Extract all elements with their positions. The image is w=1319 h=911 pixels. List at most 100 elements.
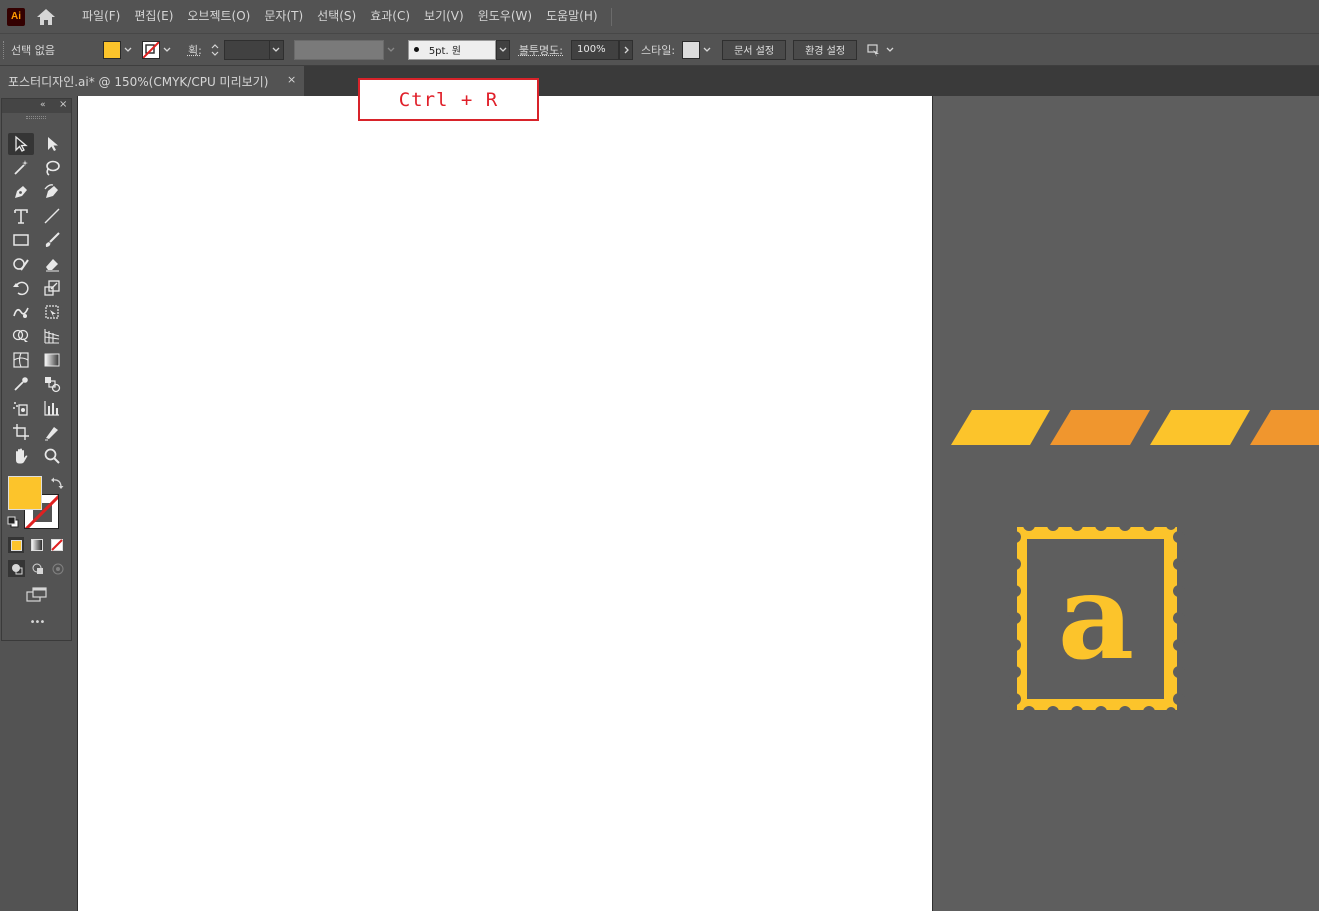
selection-tool-icon[interactable] <box>8 133 34 155</box>
fill-color-box[interactable] <box>8 476 42 510</box>
color-swatch-icon <box>10 539 22 551</box>
brush-dot-icon <box>413 47 419 52</box>
menu-type[interactable]: 문자(T) <box>257 0 310 33</box>
artboard-tool-icon[interactable] <box>8 421 34 443</box>
pasteboard-artwork[interactable]: a <box>933 96 1319 911</box>
perspective-grid-tool-icon[interactable] <box>39 325 65 347</box>
profile-chevron-icon <box>384 40 398 60</box>
gradient-mode-button[interactable] <box>29 537 45 553</box>
menu-edit[interactable]: 편집(E) <box>127 0 180 33</box>
stroke-dropdown-chevron-icon[interactable] <box>160 40 174 60</box>
shortcut-text: Ctrl + R <box>398 88 499 111</box>
brush-label: 5pt. 원 <box>428 46 462 57</box>
style-chevron-icon[interactable] <box>700 40 714 60</box>
gradient-tool-icon[interactable] <box>39 349 65 371</box>
symbol-sprayer-tool-icon[interactable] <box>8 397 34 419</box>
line-segment-tool-icon[interactable] <box>39 205 65 227</box>
slice-tool-icon[interactable] <box>39 421 65 443</box>
eyedropper-tool-icon[interactable] <box>8 373 34 395</box>
stripe-1 <box>951 410 1050 445</box>
magic-wand-tool-icon[interactable] <box>8 157 34 179</box>
menu-bar: Ai 파일(F) 편집(E) 오브젝트(O) 문자(T) 선택(S) 효과(C)… <box>0 0 1319 33</box>
free-transform-tool-icon[interactable] <box>39 301 65 323</box>
illustrator-logo[interactable]: Ai <box>7 7 25 26</box>
tools-panel-header[interactable]: « × <box>2 99 71 113</box>
edit-toolbar-icon[interactable]: ••• <box>24 616 50 630</box>
screen-mode-icon[interactable] <box>24 586 50 604</box>
tools-panel: « × ••• <box>1 98 72 641</box>
collapse-panel-icon[interactable]: « <box>40 100 46 110</box>
draw-inside-icon <box>49 560 66 577</box>
eraser-tool-icon[interactable] <box>39 253 65 275</box>
shape-builder-tool-icon[interactable] <box>8 325 34 347</box>
control-bar: 선택 없음 획: 5pt. 원 불투명도: 100% 스타일: 문서 설정 환경… <box>0 33 1319 66</box>
stripe-3 <box>1150 410 1250 445</box>
menu-select[interactable]: 선택(S) <box>310 0 363 33</box>
document-tab[interactable]: 포스터디자인.ai* @ 150%(CMYK/CPU 미리보기) × <box>0 66 304 96</box>
stripe-4 <box>1250 410 1319 445</box>
document-setup-button[interactable]: 문서 설정 <box>722 39 787 60</box>
rotate-tool-icon[interactable] <box>8 277 34 299</box>
swap-fill-stroke-icon[interactable] <box>50 476 64 490</box>
stamp-letter: a <box>1058 547 1134 686</box>
type-tool-icon[interactable] <box>8 205 34 227</box>
warp-tool-icon[interactable] <box>8 301 34 323</box>
home-icon[interactable] <box>35 6 57 28</box>
graphic-style-swatch[interactable] <box>682 40 701 59</box>
shortcut-callout: Ctrl + R <box>358 78 539 121</box>
stroke-weight-input[interactable] <box>223 39 270 60</box>
menu-view[interactable]: 보기(V) <box>417 0 471 33</box>
brush-chevron-icon[interactable] <box>495 39 510 60</box>
tools-grip[interactable] <box>26 116 46 119</box>
grip-icon <box>3 40 5 59</box>
curvature-tool-icon[interactable] <box>39 181 65 203</box>
preferences-button[interactable]: 환경 설정 <box>793 39 858 60</box>
stroke-none-swatch[interactable] <box>141 40 160 59</box>
blend-tool-icon[interactable] <box>39 373 65 395</box>
lasso-tool-icon[interactable] <box>39 157 65 179</box>
menu-object[interactable]: 오브젝트(O) <box>180 0 257 33</box>
rectangle-tool-icon[interactable] <box>8 229 34 251</box>
stripe-2 <box>1050 410 1150 445</box>
direct-selection-tool-icon[interactable] <box>39 133 65 155</box>
document-tab-title: 포스터디자인.ai* @ 150%(CMYK/CPU 미리보기) <box>8 74 269 89</box>
menu-divider <box>610 7 612 26</box>
draw-normal-icon[interactable] <box>8 560 25 577</box>
none-mode-button[interactable] <box>49 537 65 553</box>
pen-tool-icon[interactable] <box>8 181 34 203</box>
arrange-chevron-icon[interactable] <box>883 40 897 60</box>
close-tab-icon[interactable]: × <box>287 73 299 87</box>
menu-help[interactable]: 도움말(H) <box>539 0 605 33</box>
menu-window[interactable]: 윈도우(W) <box>471 0 539 33</box>
document-tab-bar: 포스터디자인.ai* @ 150%(CMYK/CPU 미리보기) × <box>0 66 1319 96</box>
opacity-label[interactable]: 불투명도: <box>519 42 563 58</box>
hand-tool-icon[interactable] <box>8 445 34 467</box>
selection-status: 선택 없음 <box>11 43 55 57</box>
stroke-label: 획: <box>187 43 202 57</box>
color-mode-button[interactable] <box>8 537 24 553</box>
default-fill-stroke-icon[interactable] <box>7 516 19 528</box>
scale-tool-icon[interactable] <box>39 277 65 299</box>
artboard[interactable] <box>77 96 933 911</box>
opacity-arrow-icon[interactable] <box>619 39 633 60</box>
stroke-weight-chevron-icon[interactable] <box>269 39 284 60</box>
menu-file[interactable]: 파일(F) <box>75 0 127 33</box>
menu-list: 파일(F) 편집(E) 오브젝트(O) 문자(T) 선택(S) 효과(C) 보기… <box>75 0 612 33</box>
shaper-tool-icon[interactable] <box>8 253 34 275</box>
artwork-graphics: a <box>951 410 1319 718</box>
draw-behind-icon[interactable] <box>29 560 46 577</box>
column-graph-tool-icon[interactable] <box>39 397 65 419</box>
fill-swatch[interactable] <box>102 40 121 59</box>
style-label: 스타일: <box>641 43 676 57</box>
variable-width-profile[interactable] <box>293 39 384 60</box>
fill-dropdown-chevron-icon[interactable] <box>121 40 135 60</box>
stroke-weight-stepper[interactable] <box>208 40 222 60</box>
arrange-documents-icon[interactable] <box>865 41 883 59</box>
mesh-tool-icon[interactable] <box>8 349 34 371</box>
zoom-tool-icon[interactable] <box>39 445 65 467</box>
opacity-input[interactable]: 100% <box>571 39 619 60</box>
brush-definition[interactable]: 5pt. 원 <box>407 39 496 60</box>
close-panel-icon[interactable]: × <box>59 99 67 110</box>
menu-effect[interactable]: 효과(C) <box>363 0 417 33</box>
paintbrush-tool-icon[interactable] <box>39 229 65 251</box>
